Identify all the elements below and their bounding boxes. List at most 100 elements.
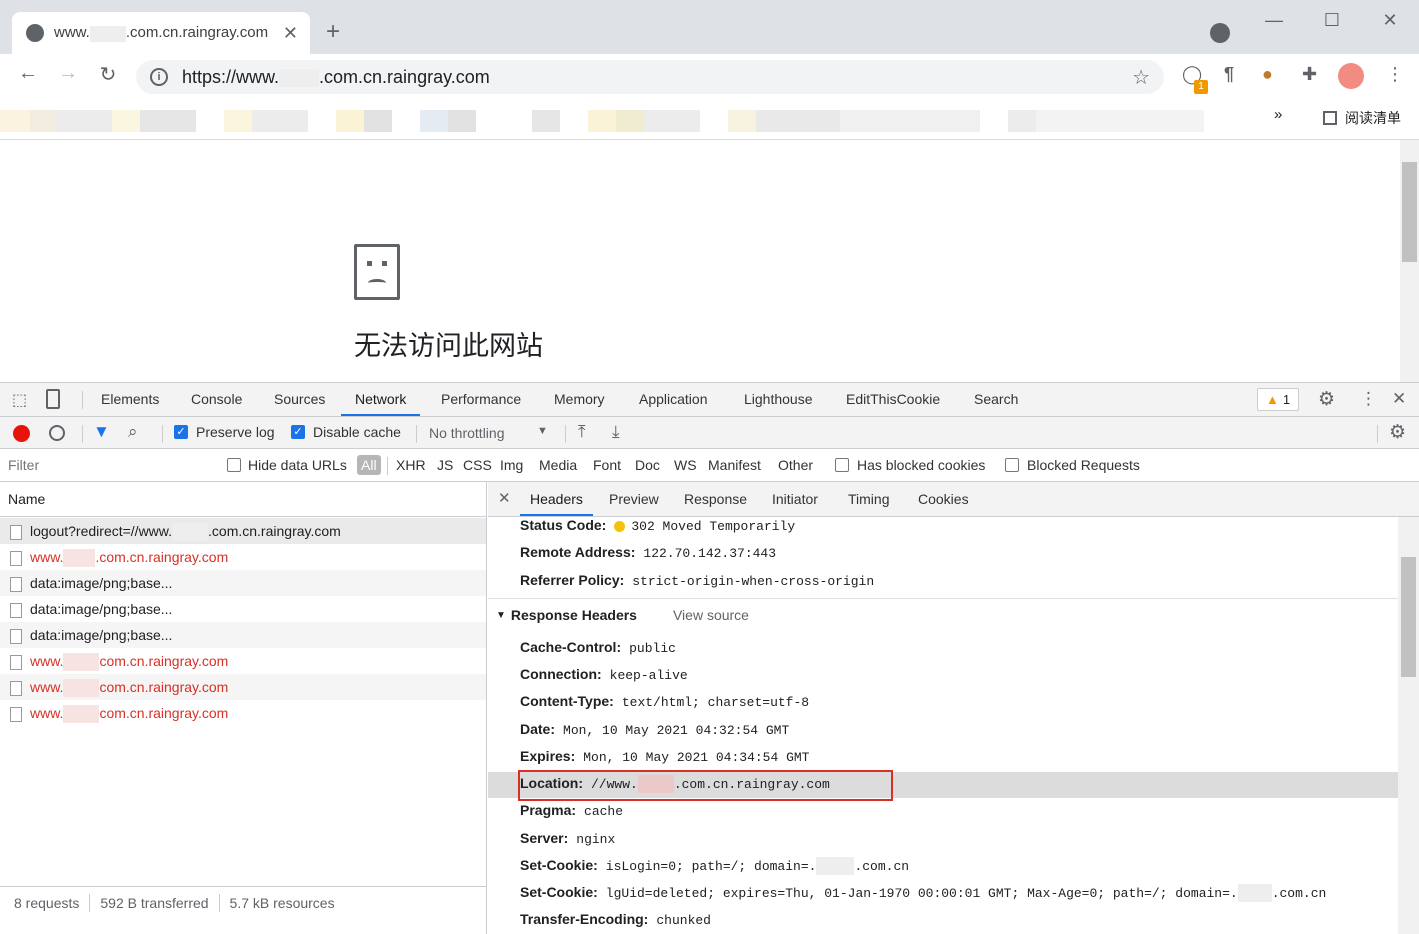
filter-type-css[interactable]: CSS <box>463 457 492 473</box>
tab-elements[interactable]: Elements <box>101 383 159 416</box>
filter-bar: Hide data URLs All XHR JS CSS Img Media … <box>0 449 1419 482</box>
filter-type-doc[interactable]: Doc <box>635 457 660 473</box>
tab-memory[interactable]: Memory <box>554 383 605 416</box>
table-row[interactable]: www. .com.cn.raingray.com <box>0 544 486 570</box>
transferred-size: 592 B transferred <box>100 894 209 911</box>
record-icon[interactable] <box>13 425 30 442</box>
tab-network[interactable]: Network <box>341 383 421 416</box>
chevron-down-icon[interactable]: ▼ <box>537 425 548 437</box>
header-row: Date: Mon, 10 May 2021 04:32:54 GMT <box>520 721 790 738</box>
tab-timing[interactable]: Timing <box>848 482 890 516</box>
network-status-bar: 8 requests 592 B transferred 5.7 kB reso… <box>0 886 486 918</box>
name-column-header[interactable]: Name <box>0 482 486 517</box>
filter-type-all[interactable]: All <box>357 455 381 475</box>
has-blocked-cookies-checkbox[interactable]: Has blocked cookies <box>835 457 985 473</box>
maximize-icon[interactable]: ☐ <box>1303 0 1361 40</box>
blocked-requests-checkbox[interactable]: Blocked Requests <box>1005 457 1140 473</box>
filter-type-font[interactable]: Font <box>593 457 621 473</box>
tab-preview[interactable]: Preview <box>609 482 659 516</box>
table-row[interactable]: data:image/png;base... <box>0 596 486 622</box>
search-icon[interactable]: ⌕ <box>128 422 138 442</box>
page-scrollbar[interactable] <box>1400 140 1419 382</box>
filter-type-media[interactable]: Media <box>539 457 577 473</box>
filter-type-manifest[interactable]: Manifest <box>708 457 761 473</box>
close-devtools-icon[interactable]: ✕ <box>1392 389 1406 409</box>
tab-editthiscookie[interactable]: EditThisCookie <box>846 383 940 416</box>
tab-lighthouse[interactable]: Lighthouse <box>744 383 813 416</box>
header-remote-address: Remote Address: 122.70.142.37:443 <box>520 544 777 561</box>
forward-icon[interactable]: → <box>54 62 82 85</box>
bookmarks-bar: » <box>0 98 1419 140</box>
list-icon <box>1323 111 1337 125</box>
tab-close-icon[interactable]: ✕ <box>283 23 298 44</box>
tab-cookies[interactable]: Cookies <box>918 482 969 516</box>
table-row[interactable]: www. com.cn.raingray.com <box>0 700 486 726</box>
tab-initiator[interactable]: Initiator <box>772 482 818 516</box>
more-bookmarks-icon[interactable]: » <box>1274 106 1282 123</box>
filter-input[interactable] <box>4 454 210 476</box>
warnings-badge[interactable]: ▲ 1 <box>1257 388 1300 411</box>
tab-performance[interactable]: Performance <box>441 383 521 416</box>
table-row[interactable]: logout?redirect=//www. .com.cn.raingray.c… <box>0 518 486 544</box>
info-icon[interactable]: i <box>150 68 168 86</box>
filter-type-img[interactable]: Img <box>500 457 523 473</box>
view-source-link[interactable]: View source <box>673 607 749 623</box>
filter-type-js[interactable]: JS <box>437 457 453 473</box>
device-toolbar-icon[interactable] <box>46 389 60 409</box>
table-row[interactable]: data:image/png;base... <box>0 622 486 648</box>
back-icon[interactable]: ← <box>14 62 42 85</box>
response-headers-section[interactable]: ▼ Response Headers View source <box>496 602 749 628</box>
filter-type-other[interactable]: Other <box>778 457 813 473</box>
table-row[interactable]: www. com.cn.raingray.com <box>0 674 486 700</box>
details-scrollbar[interactable] <box>1398 517 1419 934</box>
browser-tab[interactable]: www. .com.cn.raingray.com ✕ <box>12 12 310 54</box>
network-settings-icon[interactable]: ⚙ <box>1389 421 1406 444</box>
inspect-element-icon[interactable]: ⬚ <box>12 390 27 410</box>
request-count: 8 requests <box>14 894 80 911</box>
globe-icon <box>26 24 44 42</box>
import-har-icon[interactable]: ⤒ <box>578 422 586 442</box>
disable-cache-checkbox[interactable]: ✓ Disable cache <box>291 424 401 440</box>
header-row: Cache-Control: public <box>520 639 676 656</box>
clear-icon[interactable] <box>49 425 65 441</box>
request-name: data:image/png;base... <box>30 575 173 591</box>
bookmark-star-icon[interactable]: ☆ <box>1132 65 1150 90</box>
address-bar[interactable]: i https://www. .com.cn.raingray.com ☆ <box>136 60 1164 94</box>
tab-sources[interactable]: Sources <box>274 383 325 416</box>
tab-response[interactable]: Response <box>684 482 747 516</box>
more-options-icon[interactable]: ⋮ <box>1360 389 1377 409</box>
cookie-icon[interactable]: ● <box>1262 64 1273 85</box>
avatar[interactable] <box>1338 63 1364 89</box>
throttling-select[interactable]: No throttling <box>429 425 504 441</box>
close-details-icon[interactable]: ✕ <box>498 489 511 507</box>
export-har-icon[interactable]: ⤓ <box>612 422 620 442</box>
request-name: data:image/png;base... <box>30 601 173 617</box>
filter-funnel-icon[interactable]: ▼ <box>93 422 110 442</box>
minimize-icon[interactable]: — <box>1245 0 1303 40</box>
filter-type-xhr[interactable]: XHR <box>396 457 426 473</box>
tab-headers[interactable]: Headers <box>520 482 593 516</box>
reload-icon[interactable]: ↻ <box>94 62 122 87</box>
tab-search-icon[interactable] <box>1210 23 1230 43</box>
tab-search[interactable]: Search <box>974 383 1018 416</box>
settings-gear-icon[interactable]: ⚙ <box>1318 388 1335 411</box>
devtools-panel: ⬚ Elements Console Sources Network Perfo… <box>0 382 1419 934</box>
tab-console[interactable]: Console <box>191 383 242 416</box>
reading-list-button[interactable]: 阅读清单 <box>1323 108 1401 128</box>
header-row: Server: nginx <box>520 830 616 847</box>
puzzle-icon[interactable]: ✚ <box>1302 64 1317 85</box>
hide-data-urls-checkbox[interactable]: Hide data URLs <box>227 457 347 473</box>
request-name: www. com.cn.raingray.com <box>30 705 228 724</box>
pilcrow-icon[interactable]: ¶ <box>1224 64 1234 85</box>
menu-kebab-icon[interactable]: ⋮ <box>1386 64 1404 85</box>
tab-application[interactable]: Application <box>639 383 708 416</box>
filter-type-ws[interactable]: WS <box>674 457 697 473</box>
extension-badge: 1 <box>1194 80 1208 94</box>
new-tab-icon[interactable]: + <box>326 18 340 46</box>
table-row[interactable]: data:image/png;base... <box>0 570 486 596</box>
request-name: www. .com.cn.raingray.com <box>30 549 228 568</box>
request-name: logout?redirect=//www. .com.cn.raingray.c… <box>30 523 341 542</box>
table-row[interactable]: www. com.cn.raingray.com <box>0 648 486 674</box>
close-window-icon[interactable]: ✕ <box>1361 0 1419 40</box>
preserve-log-checkbox[interactable]: ✓ Preserve log <box>174 424 275 440</box>
